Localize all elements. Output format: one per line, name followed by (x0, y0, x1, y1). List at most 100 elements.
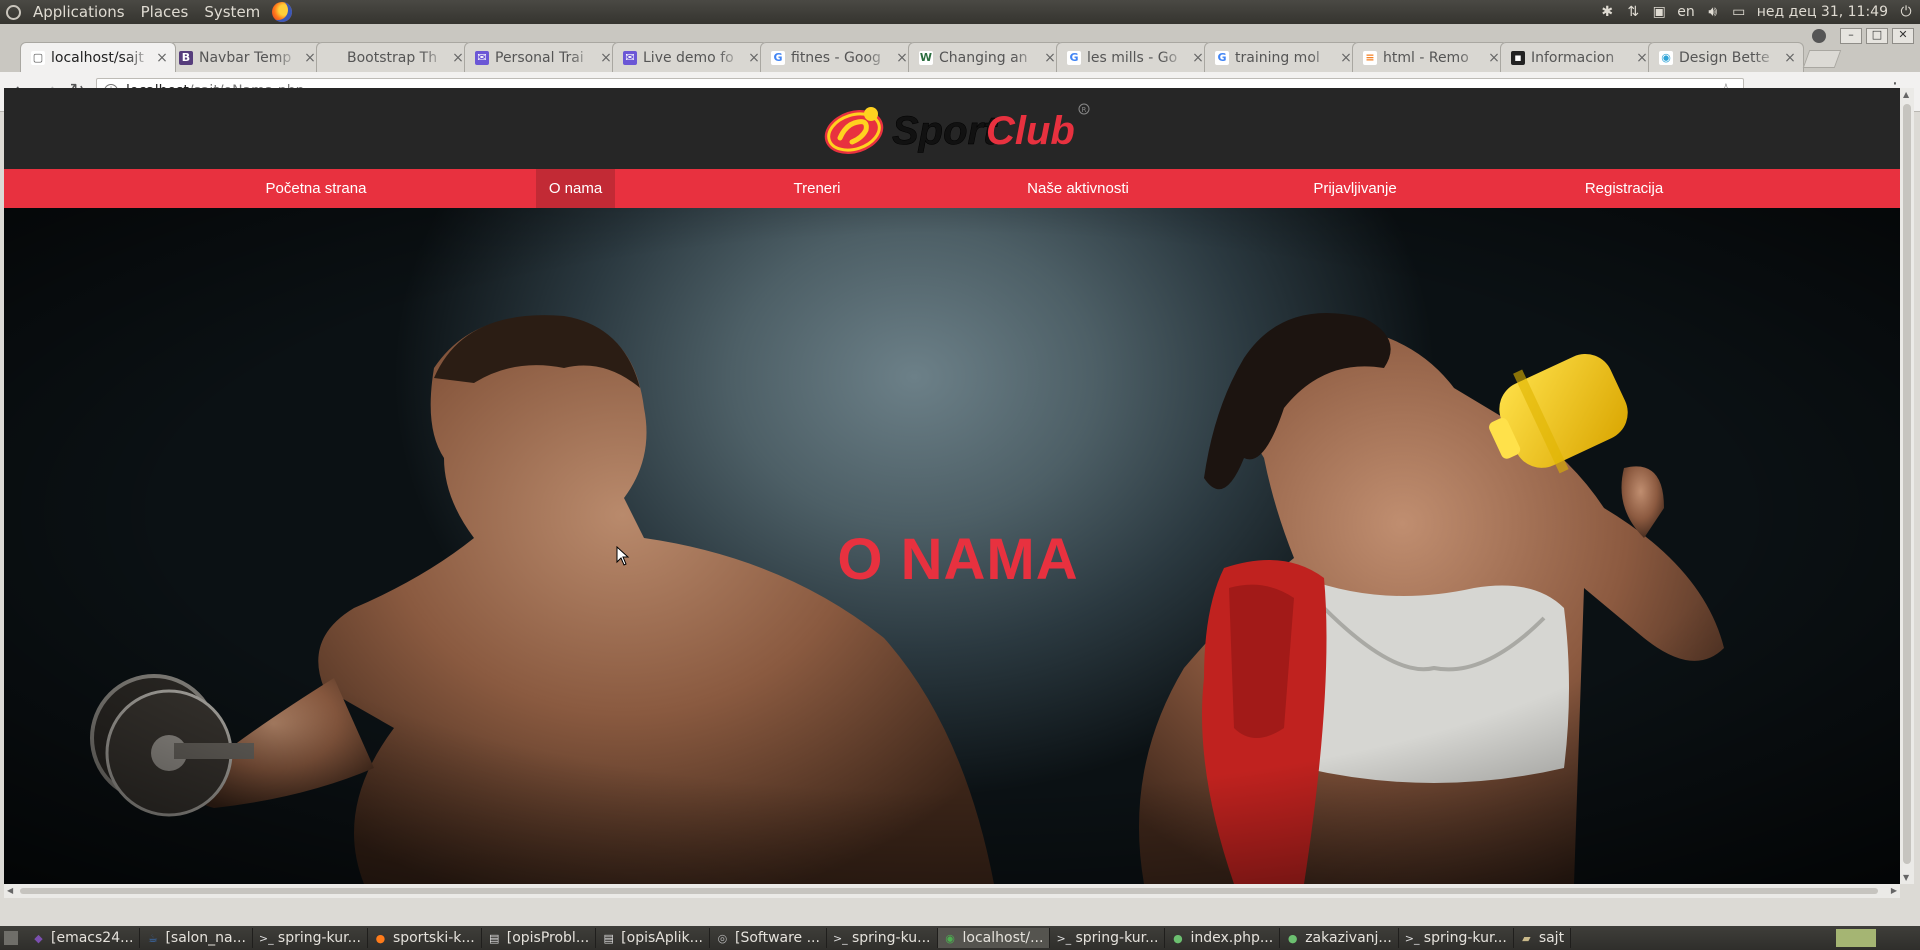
browser-tab[interactable]: ✉ Live demo fo × (612, 42, 768, 72)
editor-icon: ● (1173, 931, 1183, 945)
tab-close-icon[interactable]: × (1043, 50, 1057, 66)
tab-title: localhost/sajt (51, 49, 144, 66)
battery-icon[interactable]: ▭ (1731, 4, 1747, 20)
google-icon: G (1067, 50, 1081, 65)
applications-menu[interactable]: Applications (25, 3, 133, 21)
ubuntu-logo-icon[interactable] (6, 4, 21, 20)
design-icon: ◉ (1659, 50, 1673, 65)
taskbar-item-label: [Software ... (734, 930, 820, 946)
terminal-icon: >_ (1056, 931, 1072, 945)
close-window-button[interactable]: ✕ (1892, 28, 1914, 44)
terminal-icon: >_ (1404, 931, 1420, 945)
profile-icon[interactable] (1812, 29, 1826, 43)
browser-tab[interactable]: B Navbar Temp × (168, 42, 324, 72)
browser-tab[interactable]: ▪ Informacion × (1500, 42, 1656, 72)
nav-home-link[interactable]: Početna strana (259, 169, 373, 208)
taskbar-item[interactable]: >_ spring-kur... (1050, 928, 1166, 948)
tab-close-icon[interactable]: × (1191, 50, 1205, 66)
browser-tab[interactable]: ✉ Personal Trai × (464, 42, 620, 72)
browser-tab[interactable]: ◉ Design Bette × (1648, 42, 1804, 72)
taskbar-item-label: sportski-k... (392, 930, 475, 946)
taskbar-item[interactable]: ● sportski-k... (368, 928, 482, 948)
tab-close-icon[interactable]: × (1487, 50, 1501, 66)
taskbar-item-label: spring-kur... (1075, 930, 1159, 946)
logo-text-club: Club (986, 109, 1075, 153)
minimize-button[interactable]: – (1840, 28, 1862, 44)
power-icon[interactable]: ⏻ (1898, 4, 1914, 20)
clock[interactable]: нед дец 31, 11:49 (1757, 4, 1888, 20)
tab-close-icon[interactable]: × (599, 50, 613, 66)
stackoverflow-icon: ≡ (1363, 50, 1377, 65)
browser-tab[interactable]: Bootstrap Th × (316, 42, 472, 72)
keyboard-layout-indicator[interactable]: en (1677, 4, 1695, 20)
tab-title: Personal Trai (495, 49, 584, 66)
nav-trainers-link[interactable]: Treneri (784, 169, 850, 208)
tab-title: Navbar Temp (199, 49, 292, 66)
nav-about-link[interactable]: O nama (536, 169, 615, 208)
sportclub-logo[interactable]: Sport Club R (822, 102, 1092, 156)
display-icon[interactable]: ▣ (1651, 4, 1667, 20)
tab-close-icon[interactable]: × (451, 50, 465, 66)
tab-close-icon[interactable]: × (1783, 50, 1797, 66)
maximize-button[interactable]: □ (1866, 28, 1888, 44)
taskbar-item[interactable]: ◉ localhost/... (937, 928, 1051, 948)
tab-title: fitnes - Goog (791, 49, 881, 66)
tab-title: Live demo fo (643, 49, 734, 66)
volume-icon[interactable]: 🔊︎ (1705, 4, 1721, 20)
tab-close-icon[interactable]: × (1339, 50, 1353, 66)
taskbar-item[interactable]: ▤ [opisAplik... (596, 928, 710, 948)
taskbar-item-label: localhost/... (962, 930, 1044, 946)
taskbar-item[interactable]: >_ spring-kur... (1399, 928, 1514, 948)
workspace-switcher[interactable] (1836, 929, 1876, 947)
tab-close-icon[interactable]: × (1635, 50, 1649, 66)
browser-tab[interactable]: W Changing an × (908, 42, 1064, 72)
places-menu[interactable]: Places (133, 3, 197, 21)
new-tab-button[interactable] (1802, 50, 1842, 68)
horizontal-scrollbar[interactable]: ◀ ▶ (4, 884, 1900, 898)
network-icon[interactable]: ⇅ (1625, 4, 1641, 20)
taskbar-item-label: spring-kur... (277, 930, 361, 946)
taskbar-item-label: index.php... (1190, 930, 1274, 946)
vertical-scrollbar-thumb[interactable] (1903, 104, 1911, 864)
bluetooth-icon[interactable]: ✱ (1599, 4, 1615, 20)
taskbar-item[interactable]: ▰ sajt (1514, 928, 1572, 948)
browser-tab[interactable]: Gles mills - Go × (1056, 42, 1212, 72)
firefox-launcher-icon[interactable] (272, 2, 293, 22)
emacs-icon: ◆ (34, 931, 43, 945)
taskbar-item[interactable]: ▤ [opisProbl... (482, 928, 597, 948)
nav-activities-link[interactable]: Naše aktivnosti (1014, 169, 1142, 208)
taskbar-item[interactable]: ● index.php... (1165, 928, 1281, 948)
taskbar-item[interactable]: ☕ [salon_na... (140, 928, 253, 948)
taskbar-item-label: spring-kur... (1423, 930, 1507, 946)
nav-register-link[interactable]: Registracija (1576, 169, 1672, 208)
browser-tab[interactable]: Gtraining mol × (1204, 42, 1360, 72)
horizontal-scrollbar-thumb[interactable] (20, 888, 1878, 894)
mail-icon: ✉ (623, 50, 637, 65)
tab-close-icon[interactable]: × (155, 50, 169, 66)
taskbar-item-label: sajt (1538, 930, 1565, 946)
taskbar-item[interactable]: ● zakazivanj... (1280, 928, 1399, 948)
dark-page-icon: ▪ (1511, 50, 1525, 65)
browser-tab[interactable]: ≡ html - Remo × (1352, 42, 1508, 72)
taskbar-item-label: spring-ku... (851, 930, 931, 946)
taskbar-item-label: zakazivanj... (1305, 930, 1392, 946)
taskbar-item-label: [salon_na... (165, 930, 246, 946)
browser-tab[interactable]: Gfitnes - Goog × (760, 42, 916, 72)
vertical-scrollbar[interactable]: ▲ ▼ (1900, 88, 1914, 884)
document-icon: ▤ (603, 931, 614, 945)
show-desktop-button[interactable] (4, 931, 18, 945)
taskbar-item[interactable]: ◎ [Software ... (710, 928, 827, 948)
taskbar-item[interactable]: ◆ [emacs24... (26, 928, 141, 948)
system-menu[interactable]: System (196, 3, 268, 21)
tab-close-icon[interactable]: × (303, 50, 317, 66)
taskbar-item[interactable]: >_ spring-ku... (827, 928, 938, 948)
bottom-taskbar: ◆ [emacs24... ☕ [salon_na... >_ spring-kur...… (0, 926, 1920, 950)
taskbar-item[interactable]: >_ spring-kur... (253, 928, 368, 948)
nav-login-link[interactable]: Prijavljivanje (1302, 169, 1408, 208)
taskbar-item-label: [emacs24... (51, 930, 134, 946)
tab-title: training mol (1235, 49, 1320, 66)
tab-close-icon[interactable]: × (747, 50, 761, 66)
browser-tab[interactable]: ▢ localhost/sajt × (20, 42, 176, 72)
folder-icon: ▰ (1522, 931, 1531, 945)
tab-close-icon[interactable]: × (895, 50, 909, 66)
